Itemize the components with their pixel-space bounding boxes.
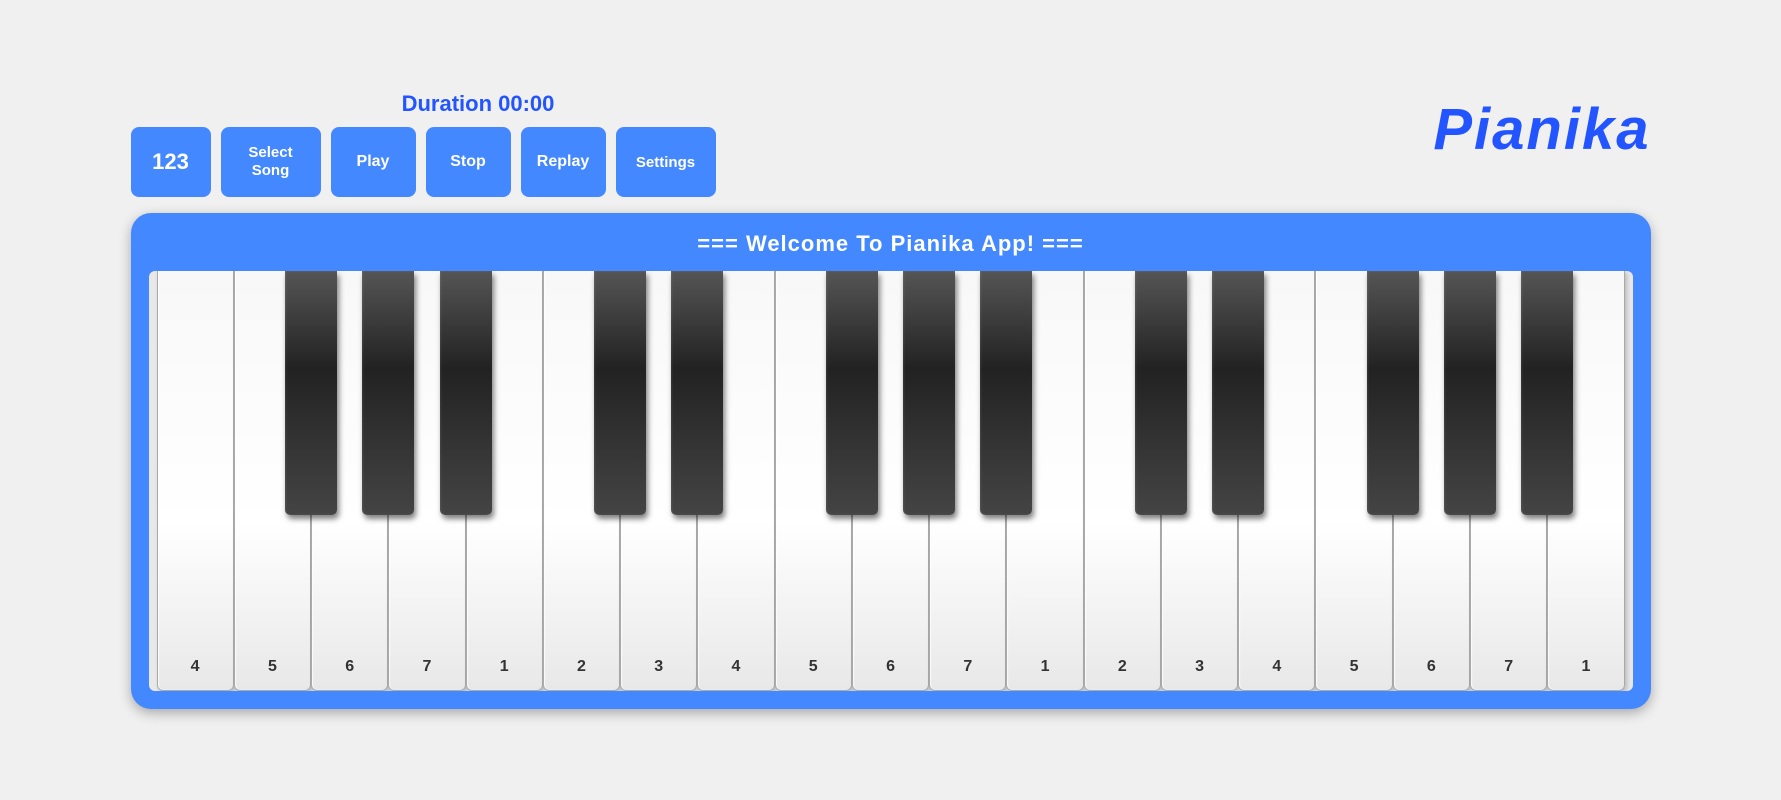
- black-key-10[interactable]: [1367, 271, 1419, 515]
- select-song-button[interactable]: Select Song: [221, 127, 321, 197]
- settings-button[interactable]: Settings: [616, 127, 716, 197]
- duration-display: Duration 00:00: [131, 91, 716, 117]
- black-key-7[interactable]: [980, 271, 1032, 515]
- black-key-6[interactable]: [903, 271, 955, 515]
- black-key-5[interactable]: [826, 271, 878, 515]
- black-key-2[interactable]: [440, 271, 492, 515]
- replay-button[interactable]: Replay: [521, 127, 606, 197]
- piano-keys: 4567123456712345671: [149, 271, 1633, 691]
- black-key-8[interactable]: [1135, 271, 1187, 515]
- black-key-0[interactable]: [285, 271, 337, 515]
- stop-button[interactable]: Stop: [426, 127, 511, 197]
- white-key-0[interactable]: 4: [157, 271, 234, 691]
- controls-row: 123 Select Song Play Stop Replay Setting…: [131, 127, 716, 197]
- number-button[interactable]: 123: [131, 127, 211, 197]
- app-container: Duration 00:00 123 Select Song Play Stop…: [111, 71, 1671, 729]
- app-title: Pianika: [1433, 91, 1650, 163]
- piano-container: === Welcome To Pianika App! === 45671234…: [131, 213, 1651, 709]
- header: Duration 00:00 123 Select Song Play Stop…: [131, 91, 1651, 197]
- piano-keys-outer: 4567123456712345671: [149, 271, 1633, 691]
- header-left: Duration 00:00 123 Select Song Play Stop…: [131, 91, 716, 197]
- welcome-banner: === Welcome To Pianika App! ===: [149, 231, 1633, 257]
- black-key-4[interactable]: [671, 271, 723, 515]
- play-button[interactable]: Play: [331, 127, 416, 197]
- black-key-9[interactable]: [1212, 271, 1264, 515]
- black-key-11[interactable]: [1444, 271, 1496, 515]
- black-key-1[interactable]: [362, 271, 414, 515]
- black-key-12[interactable]: [1521, 271, 1573, 515]
- black-key-3[interactable]: [594, 271, 646, 515]
